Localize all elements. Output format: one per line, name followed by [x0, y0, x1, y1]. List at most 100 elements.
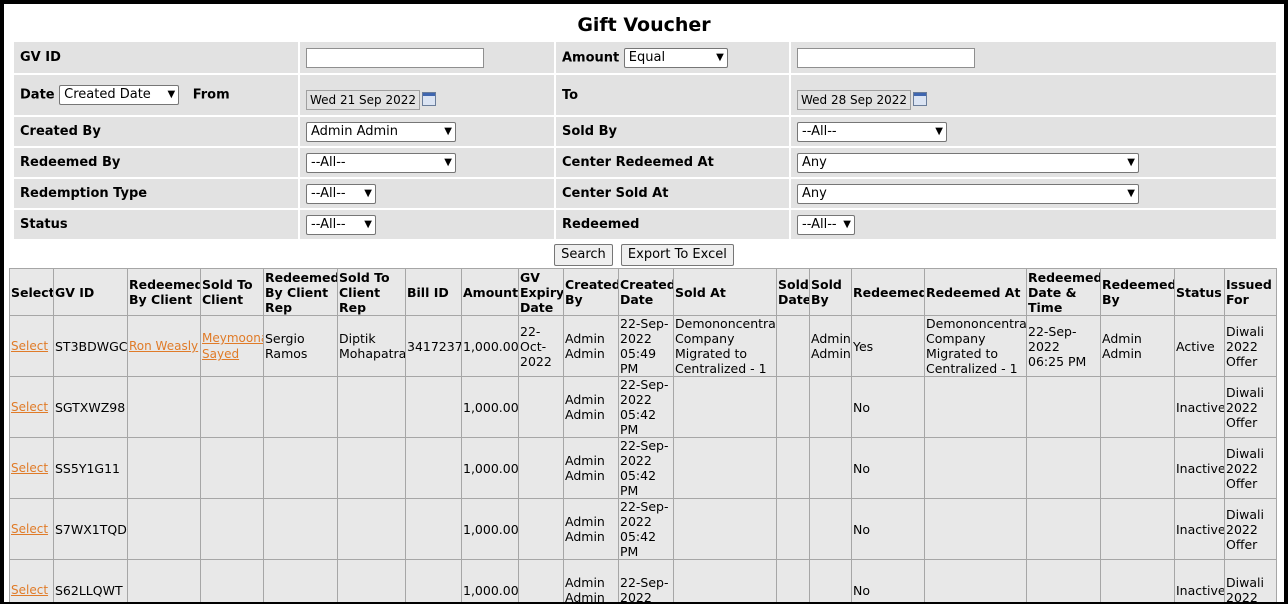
table-body: Select ST3BDWGC Ron Weasly Meymoona Sayed Se…	[9, 315, 1277, 602]
to-date-input[interactable]: Wed 28 Sep 2022	[797, 90, 912, 110]
status-cell: Active	[1174, 315, 1225, 377]
col-sold-to-client: Sold To Client	[200, 268, 264, 316]
sold-to-client-rep-cell	[337, 437, 406, 499]
action-bar: Search Export To Excel	[4, 244, 1284, 266]
sold-by-cell	[809, 376, 852, 438]
export-to-excel-button[interactable]: Export To Excel	[620, 244, 734, 266]
chevron-down-icon: ▼	[716, 51, 724, 63]
status-select[interactable]: --All-- ▼	[306, 214, 376, 235]
redeemed-by-client-cell: Ron Weasly	[127, 315, 201, 377]
col-sold-date: Sold Date	[776, 268, 810, 316]
sold-to-client-cell: Meymoona Sayed	[200, 315, 264, 377]
redeemed-by-cell	[1100, 559, 1175, 602]
issued-for-cell: Diwali 2022 Offer	[1224, 437, 1277, 499]
table-row: Select ST3BDWGC Ron Weasly Meymoona Sayed Se…	[9, 315, 1277, 377]
gv-expiry-date-cell	[518, 376, 564, 438]
sold-by-cell: Admin Admin	[809, 315, 852, 377]
chevron-down-icon: ▼	[935, 125, 943, 137]
table-row: Select SS5Y1G11 1,000.00 Admin Admin 22-Sep-…	[9, 437, 1277, 499]
status-cell: Inactive	[1174, 559, 1225, 602]
status-cell: Inactive	[1174, 437, 1225, 499]
created-date-cell: 22-Sep-2022 05:49 PM	[618, 315, 674, 377]
select-link[interactable]: Select	[11, 400, 48, 414]
amount-cell: 1,000.00	[461, 498, 519, 560]
calendar-icon[interactable]	[913, 92, 928, 106]
sold-to-client-link[interactable]: Meymoona Sayed	[202, 331, 263, 361]
bill-id-cell	[405, 498, 462, 560]
date-type-select[interactable]: Created Date ▼	[59, 85, 180, 105]
redeemed-cell: No	[851, 437, 925, 499]
from-label: From	[192, 87, 230, 103]
chevron-down-icon: ▼	[364, 187, 372, 199]
sold-to-client-rep-cell: Diptik Mohapatra	[337, 315, 406, 377]
select-link[interactable]: Select	[11, 461, 48, 475]
redeemed-by-label: Redeemed By	[14, 148, 298, 177]
select-cell: Select	[9, 376, 54, 438]
redeemed-at-cell	[924, 376, 1027, 438]
redeemed-datetime-cell	[1026, 376, 1101, 438]
redeemed-datetime-cell	[1026, 559, 1101, 602]
col-redeemed-datetime: Redeemed Date & Time	[1026, 268, 1101, 316]
voucher-table: Select GV ID Redeemed By Client Sold To …	[9, 268, 1277, 602]
redeemed-by-client-cell	[127, 559, 201, 602]
redeemed-datetime-cell	[1026, 437, 1101, 499]
redeemed-cell: No	[851, 498, 925, 560]
col-created-date: Created Date	[618, 268, 674, 316]
table-row: Select SGTXWZ98 1,000.00 Admin Admin 22-Sep-…	[9, 376, 1277, 438]
gv-id-label: GV ID	[14, 42, 298, 73]
sold-at-cell	[673, 376, 777, 438]
sold-date-cell	[776, 559, 810, 602]
redeemed-by-client-rep-cell	[263, 559, 338, 602]
created-by-cell: Admin Admin	[563, 315, 619, 377]
center-redeemed-select[interactable]: Any ▼	[797, 152, 1139, 173]
col-bill-id: Bill ID	[405, 268, 462, 316]
sold-to-client-cell	[200, 498, 264, 560]
from-date-input[interactable]: Wed 21 Sep 2022	[306, 90, 421, 110]
col-redeemed: Redeemed	[851, 268, 925, 316]
gv-expiry-date-cell: 22-Oct-2022	[518, 315, 564, 377]
redeemed-at-cell	[924, 437, 1027, 499]
redeemed-by-client-cell	[127, 498, 201, 560]
created-by-select[interactable]: Admin Admin ▼	[306, 121, 456, 142]
col-sold-to-client-rep: Sold To Client Rep	[337, 268, 406, 316]
bill-id-cell	[405, 376, 462, 438]
select-link[interactable]: Select	[11, 522, 48, 536]
gv-id-input[interactable]	[306, 47, 484, 68]
created-date-cell: 22-Sep-2022 05:42 PM	[618, 376, 674, 438]
redeemed-label: Redeemed	[556, 210, 789, 239]
table-row: Select S62LLQWT 1,000.00 Admin Admin 22-Sep-…	[9, 559, 1277, 602]
status-label: Status	[14, 210, 298, 239]
redeemed-at-cell	[924, 559, 1027, 602]
sold-to-client-rep-cell	[337, 498, 406, 560]
chevron-down-icon: ▼	[1127, 156, 1135, 168]
col-redeemed-by-client: Redeemed By Client	[127, 268, 201, 316]
gv-expiry-date-cell	[518, 498, 564, 560]
sold-by-label: Sold By	[556, 117, 789, 146]
redeemed-by-client-link[interactable]: Ron Weasly	[129, 339, 198, 353]
sold-by-select[interactable]: --All-- ▼	[797, 121, 947, 142]
col-select: Select	[9, 268, 54, 316]
center-sold-select[interactable]: Any ▼	[797, 183, 1139, 204]
redeemed-by-cell	[1100, 376, 1175, 438]
date-label: Date	[20, 87, 55, 103]
chevron-down-icon: ▼	[444, 156, 452, 168]
search-button[interactable]: Search	[554, 244, 613, 266]
issued-for-cell: Diwali 2022	[1224, 559, 1277, 602]
redeemed-select[interactable]: --All-- ▼	[797, 214, 855, 235]
redemption-type-select[interactable]: --All-- ▼	[306, 183, 376, 204]
calendar-icon[interactable]	[422, 92, 437, 106]
select-link[interactable]: Select	[11, 339, 48, 353]
sold-to-client-rep-cell	[337, 376, 406, 438]
status-cell: Inactive	[1174, 376, 1225, 438]
created-date-cell: 22-Sep-2022 05:42 PM	[618, 437, 674, 499]
created-date-cell: 22-Sep-2022 05:42 PM	[618, 498, 674, 560]
amount-operator-select[interactable]: Equal ▼	[623, 47, 728, 68]
sold-by-cell	[809, 559, 852, 602]
redeemed-by-select[interactable]: --All-- ▼	[306, 152, 456, 173]
col-sold-at: Sold At	[673, 268, 777, 316]
select-link[interactable]: Select	[11, 583, 48, 597]
col-redeemed-at: Redeemed At	[924, 268, 1027, 316]
gv-id-cell: SS5Y1G11	[53, 437, 128, 499]
amount-input[interactable]	[797, 47, 975, 68]
amount-cell: 1,000.00	[461, 376, 519, 438]
